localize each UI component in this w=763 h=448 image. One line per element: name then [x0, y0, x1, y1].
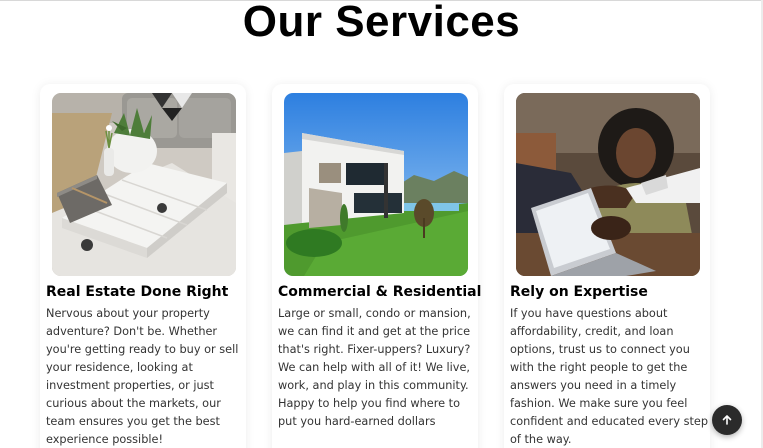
back-to-top-button[interactable]: [712, 405, 742, 435]
service-card-real-estate: Real Estate Done Right Nervous about you…: [40, 84, 246, 448]
service-description: Large or small, condo or mansion, we can…: [278, 307, 471, 428]
page-title: Our Services: [242, 0, 521, 46]
service-image-handshake: [516, 93, 700, 276]
service-description: Nervous about your property adventure? D…: [46, 307, 239, 446]
service-description: If you have questions about affordabilit…: [510, 307, 709, 446]
service-image-modern-house: [284, 93, 468, 276]
services-page: Our Services Real Estate Done Right Nerv…: [0, 0, 763, 448]
service-image-living-room: [52, 93, 236, 276]
arrow-up-icon: [722, 415, 732, 425]
service-heading: Real Estate Done Right: [46, 284, 229, 300]
service-card-expertise: Rely on Expertise If you have questions …: [504, 84, 710, 448]
service-heading: Rely on Expertise: [510, 284, 648, 300]
service-card-commercial-residential: Commercial & Residential Large or small,…: [272, 84, 482, 448]
service-heading: Commercial & Residential: [278, 284, 482, 300]
